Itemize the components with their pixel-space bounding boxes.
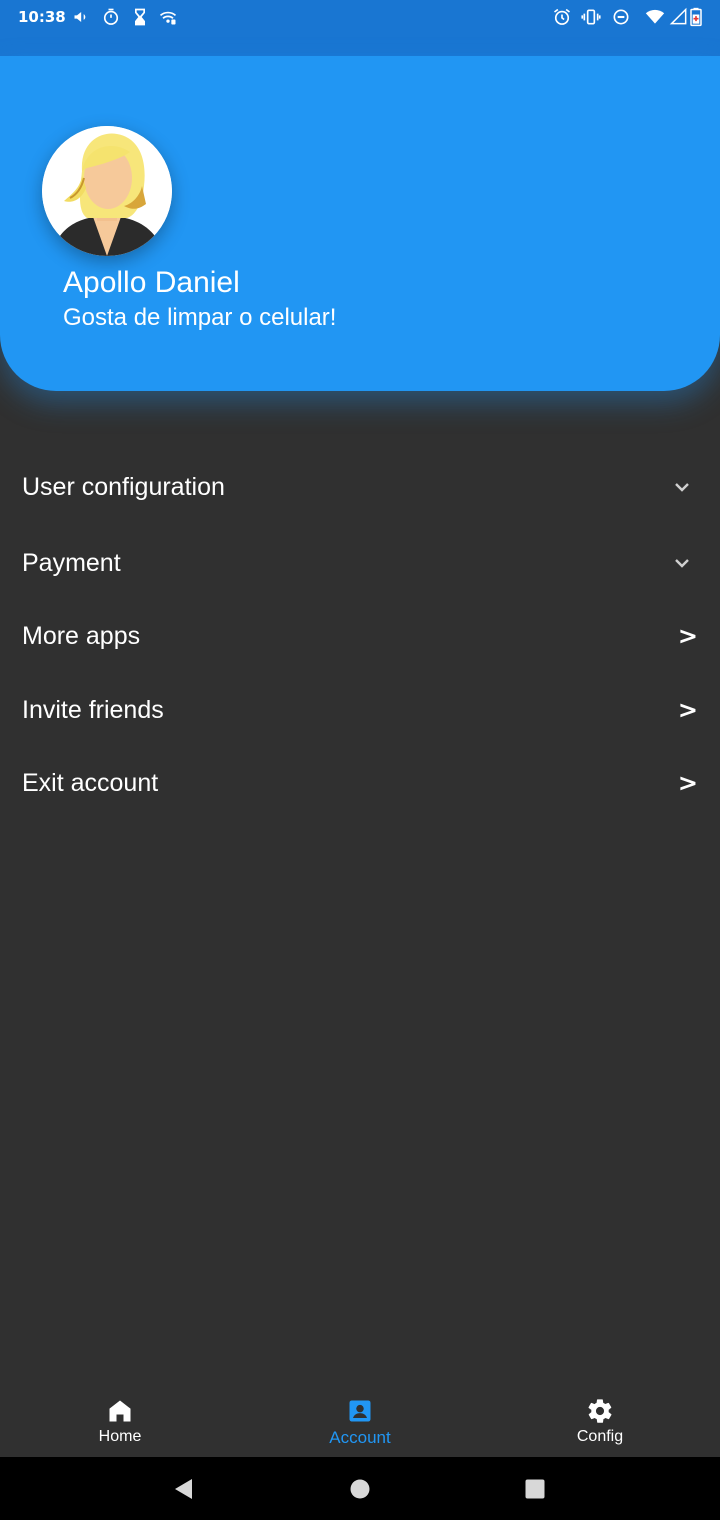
nav-item-account[interactable]: Account — [240, 1385, 480, 1457]
wifi-icon — [645, 9, 665, 24]
menu-item-label: User configuration — [22, 472, 225, 501]
user-name: Apollo Daniel — [63, 266, 240, 299]
status-time: 10:38 — [18, 8, 66, 26]
profile-header: Apollo Daniel Gosta de limpar o celular! — [0, 56, 720, 391]
menu-item-label: Exit account — [22, 768, 159, 797]
chevron-down-icon — [675, 559, 689, 568]
menu-item-label: Payment — [22, 548, 121, 577]
menu-item-more-apps[interactable]: More apps > — [0, 601, 720, 671]
megaphone-icon — [74, 12, 86, 22]
arrow-right-indicator: > — [677, 622, 698, 650]
nav-label-account: Account — [329, 1428, 391, 1447]
nav-item-config[interactable]: Config — [480, 1385, 720, 1457]
menu-item-payment[interactable]: Payment — [0, 528, 720, 598]
back-icon[interactable] — [172, 1477, 194, 1501]
system-navigation-bar — [0, 1457, 720, 1520]
alarm-icon — [554, 8, 570, 25]
account-screen: 10:38 Apollo Daniel Gosta de limpar o ce… — [0, 0, 720, 1520]
vibrate-icon — [581, 9, 601, 25]
home-icon — [109, 1400, 131, 1422]
nav-label-config: Config — [576, 1428, 624, 1445]
battery-icon — [690, 7, 702, 27]
home-circle-icon[interactable] — [349, 1477, 371, 1501]
gear-icon — [588, 1399, 612, 1423]
do-not-disturb-icon — [613, 9, 629, 25]
arrow-right-indicator: > — [677, 769, 698, 797]
wifi-calling-icon — [159, 11, 177, 25]
timer-icon — [103, 8, 119, 25]
menu-item-user-configuration[interactable]: User configuration — [0, 452, 720, 522]
chevron-down-icon — [675, 483, 689, 492]
status-bar: 10:38 — [0, 0, 720, 56]
recents-icon[interactable] — [524, 1477, 546, 1501]
avatar[interactable] — [42, 126, 172, 256]
nav-item-home[interactable]: Home — [0, 1385, 240, 1457]
avatar-image — [42, 126, 172, 256]
menu-item-label: Invite friends — [22, 695, 164, 724]
nav-label-home: Home — [98, 1428, 142, 1445]
account-box-icon — [349, 1400, 371, 1422]
user-bio: Gosta de limpar o celular! — [63, 304, 337, 331]
hourglass-icon — [135, 8, 145, 26]
menu-item-label: More apps — [22, 621, 141, 650]
menu-item-exit-account[interactable]: Exit account > — [0, 748, 720, 818]
arrow-right-indicator: > — [677, 696, 698, 724]
signal-icon — [669, 7, 687, 25]
bottom-navigation: Home Account Config — [0, 1385, 720, 1457]
menu-item-invite-friends[interactable]: Invite friends > — [0, 675, 720, 745]
